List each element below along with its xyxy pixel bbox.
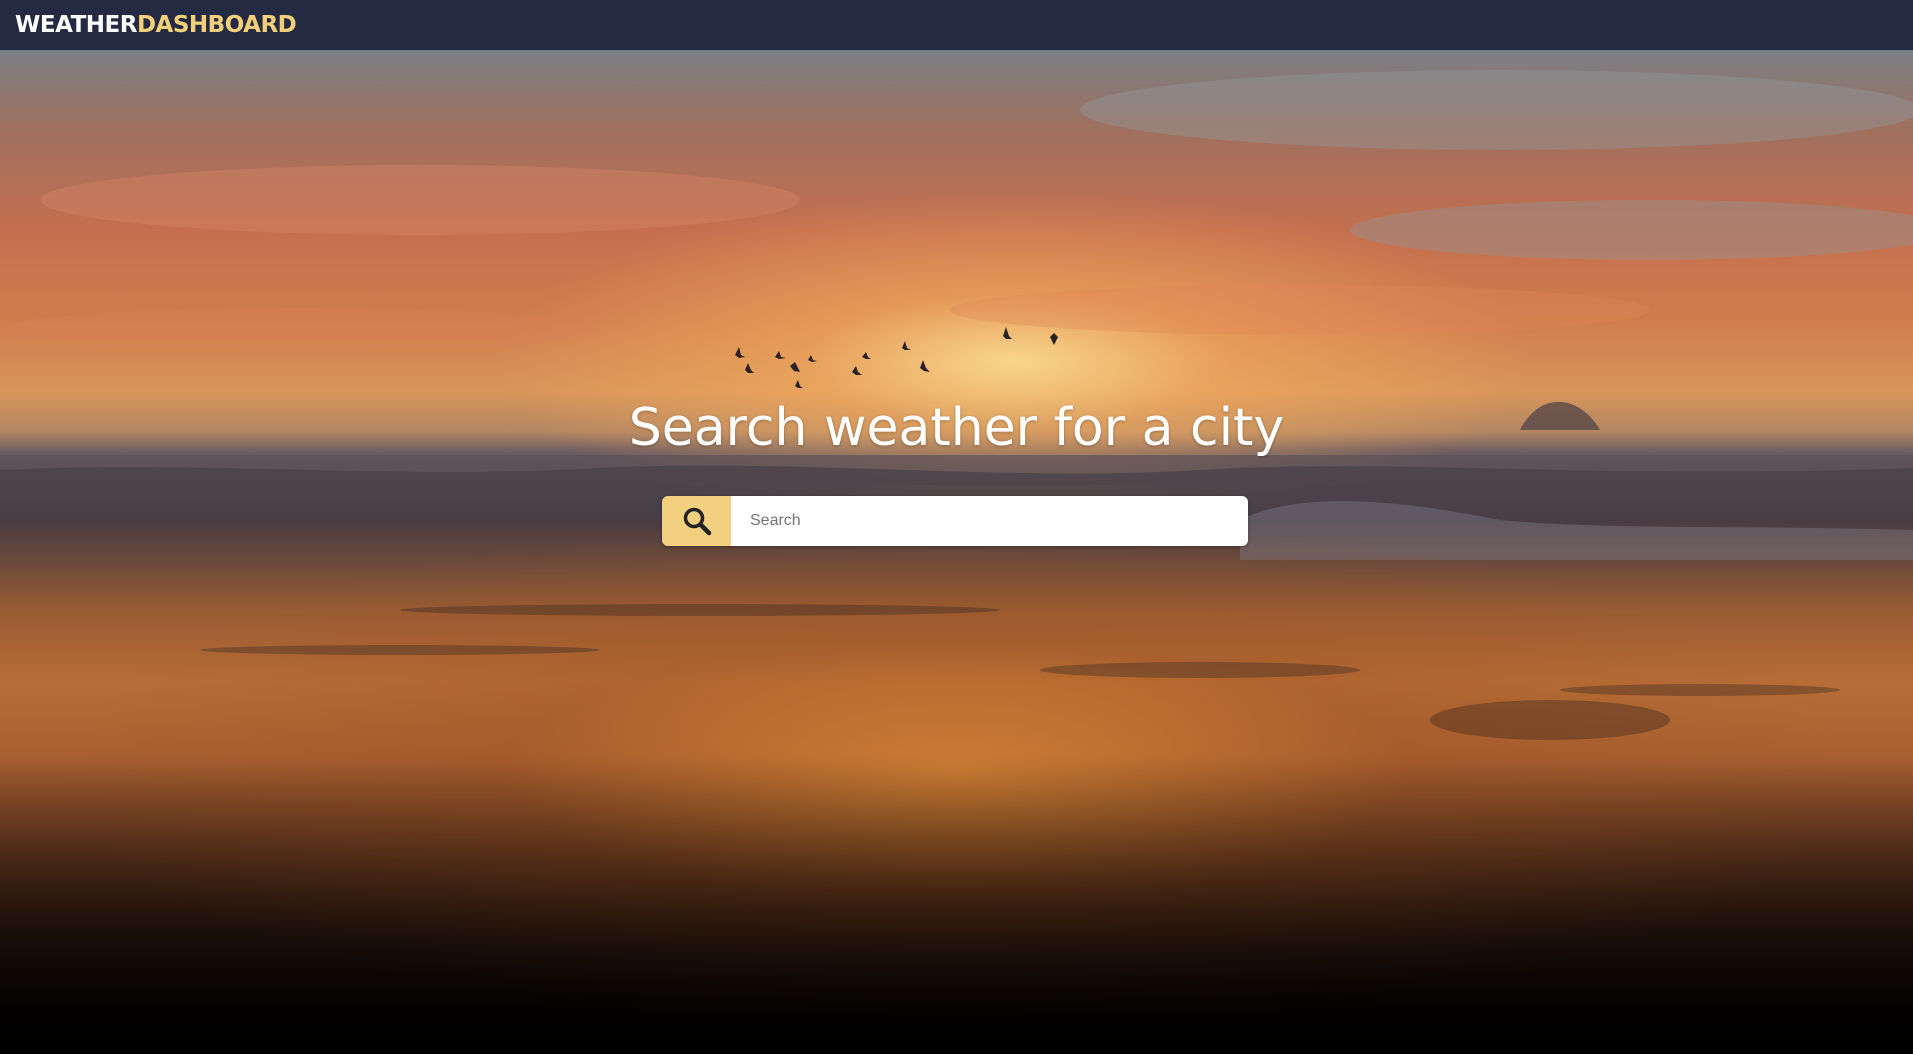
hero-section: Search weather for a city bbox=[0, 50, 1913, 1054]
search-icon bbox=[683, 507, 711, 536]
brand-logo-link[interactable]: WEATHERDASHBOARD bbox=[15, 11, 297, 38]
navbar: WEATHERDASHBOARD bbox=[0, 0, 1913, 50]
search-input[interactable] bbox=[731, 496, 1248, 546]
search-form bbox=[662, 496, 1248, 546]
brand-part-dashboard: DASHBOARD bbox=[136, 11, 297, 38]
brand-part-weather: WEATHER bbox=[15, 11, 137, 38]
search-button[interactable] bbox=[662, 496, 731, 546]
hero-title: Search weather for a city bbox=[628, 398, 1285, 458]
hero-content: Search weather for a city bbox=[0, 50, 1913, 1054]
